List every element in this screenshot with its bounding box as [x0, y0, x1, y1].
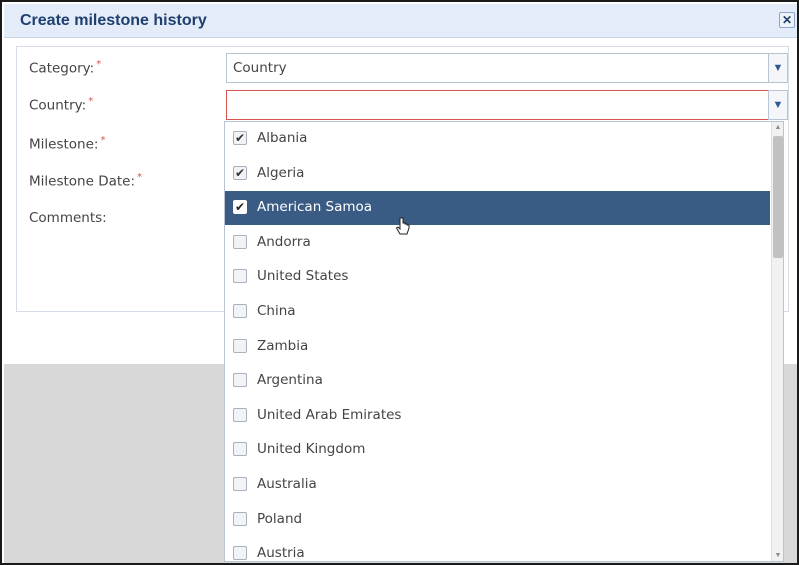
dropdown-option[interactable]: China — [225, 295, 770, 329]
checkbox-unchecked-icon[interactable] — [233, 546, 247, 561]
dropdown-option[interactable]: United Kingdom — [225, 433, 770, 467]
option-label: United States — [257, 268, 349, 285]
dropdown-option[interactable]: Australia — [225, 468, 770, 502]
required-mark: * — [96, 59, 102, 70]
scroll-down-arrow-icon[interactable]: ▼ — [772, 550, 783, 561]
country-dropdown-list[interactable]: ✔ Albania ✔ Algeria ✔ American Samoa Andorra Un… — [224, 121, 784, 562]
dropdown-option[interactable]: ✔ American Samoa — [225, 191, 770, 226]
option-label: United Kingdom — [257, 441, 366, 458]
dialog-title: Create milestone history — [20, 12, 207, 29]
option-label: United Arab Emirates — [257, 406, 402, 423]
option-label: Algeria — [257, 164, 305, 181]
option-label: American Samoa — [257, 199, 373, 216]
close-button[interactable]: ✕ — [779, 12, 795, 28]
option-label: Argentina — [257, 372, 323, 389]
option-label: Austria — [257, 545, 305, 562]
category-select[interactable]: Country — [226, 53, 769, 83]
option-label: Poland — [257, 510, 303, 527]
dropdown-option[interactable]: United States — [225, 260, 770, 294]
checkbox-unchecked-icon[interactable] — [233, 304, 247, 318]
milestone-label: Milestone: * — [29, 135, 106, 153]
scroll-up-arrow-icon[interactable]: ▲ — [772, 122, 783, 134]
dropdown-scrollbar[interactable]: ▲ ▼ — [771, 122, 783, 561]
checkbox-checked-icon[interactable]: ✔ — [233, 200, 247, 215]
option-label: Australia — [257, 476, 317, 492]
chevron-down-icon: ▼ — [772, 62, 784, 74]
option-label: China — [257, 303, 296, 319]
checkbox-unchecked-icon[interactable] — [233, 338, 247, 353]
dialog-titlebar: Create milestone history ✕ — [4, 4, 797, 38]
hand-pointer-icon — [395, 217, 410, 235]
option-label: Albania — [257, 130, 308, 146]
dropdown-option[interactable]: Austria — [225, 537, 770, 562]
dropdown-option[interactable]: ✔ Algeria — [225, 157, 770, 191]
category-label: Category: * — [29, 59, 102, 77]
dropdown-option[interactable]: United Arab Emirates — [225, 399, 770, 433]
dropdown-option[interactable]: Zambia — [225, 330, 770, 364]
checkbox-unchecked-icon[interactable] — [233, 511, 247, 526]
checkbox-unchecked-icon[interactable] — [233, 234, 247, 249]
country-dropdown-button[interactable]: ▼ — [768, 90, 788, 120]
category-dropdown-button[interactable]: ▼ — [768, 53, 788, 83]
checkbox-checked-icon[interactable]: ✔ — [233, 165, 247, 180]
checkbox-unchecked-icon[interactable] — [233, 269, 247, 284]
required-mark: * — [88, 96, 94, 107]
option-label: Andorra — [257, 233, 311, 250]
checkbox-unchecked-icon[interactable] — [233, 407, 247, 422]
checkbox-unchecked-icon[interactable] — [233, 373, 247, 388]
scrollbar-thumb[interactable] — [773, 136, 783, 258]
dropdown-option[interactable]: Andorra — [225, 226, 770, 260]
dropdown-option[interactable]: Argentina — [225, 364, 770, 398]
checkbox-unchecked-icon[interactable] — [233, 477, 247, 491]
option-label: Zambia — [257, 337, 309, 354]
checkbox-checked-icon[interactable]: ✔ — [233, 131, 247, 145]
milestone-date-label: Milestone Date: * — [29, 172, 143, 190]
dropdown-option[interactable]: ✔ Albania — [225, 122, 770, 156]
dropdown-option[interactable]: Poland — [225, 503, 770, 537]
dialog-window: Create milestone history ✕ Category: * Co… — [0, 0, 799, 565]
close-icon: ✕ — [781, 13, 793, 27]
country-label: Country: * — [29, 96, 94, 114]
checkbox-unchecked-icon[interactable] — [233, 442, 247, 457]
chevron-down-icon: ▼ — [772, 99, 784, 111]
comments-label: Comments: — [29, 210, 107, 226]
country-select[interactable] — [226, 90, 769, 120]
required-mark: * — [137, 172, 143, 183]
required-mark: * — [100, 135, 106, 146]
